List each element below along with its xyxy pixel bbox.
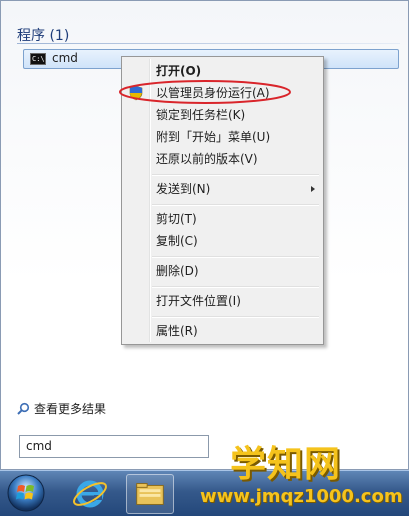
menu-item-label: 附到「开始」菜单(U) (156, 130, 271, 144)
menu-item-label: 打开(O) (156, 64, 202, 78)
search-result-label: cmd (52, 51, 78, 65)
site-watermark: 学知网 www.jmqz1000.com (188, 425, 409, 515)
search-icon (17, 402, 30, 415)
taskbar-explorer-button[interactable] (126, 474, 174, 514)
start-orb-icon[interactable] (6, 473, 46, 513)
start-search-input[interactable]: cmd (19, 435, 209, 458)
menu-item-restore-versions[interactable]: 还原以前的版本(V) (124, 148, 321, 170)
context-menu: 打开(O) 以管理员身份运行(A) 锁定到任务栏(K) 附到「开始」菜单(U) … (121, 56, 324, 345)
menu-item-label: 复制(C) (156, 234, 198, 248)
watermark-title: 学知网 (230, 444, 342, 485)
watermark-url: www.jmqz1000.com (200, 486, 403, 507)
menu-item-pin-taskbar[interactable]: 锁定到任务栏(K) (124, 104, 321, 126)
menu-item-label: 剪切(T) (156, 212, 197, 226)
menu-item-label: 还原以前的版本(V) (156, 152, 258, 166)
menu-item-open[interactable]: 打开(O) (124, 60, 321, 82)
menu-separator (152, 316, 319, 318)
cmd-console-icon: C:\ (30, 53, 46, 65)
search-input-value: cmd (26, 439, 52, 453)
menu-separator (152, 204, 319, 206)
menu-item-send-to[interactable]: 发送到(N) (124, 178, 321, 200)
menu-item-cut[interactable]: 剪切(T) (124, 208, 321, 230)
menu-item-label: 打开文件位置(I) (156, 294, 241, 308)
menu-item-open-file-location[interactable]: 打开文件位置(I) (124, 290, 321, 312)
menu-item-copy[interactable]: 复制(C) (124, 230, 321, 252)
menu-item-delete[interactable]: 删除(D) (124, 260, 321, 282)
menu-item-label: 发送到(N) (156, 182, 211, 196)
submenu-arrow-icon (311, 186, 315, 192)
menu-separator (152, 174, 319, 176)
menu-separator (152, 286, 319, 288)
menu-item-label: 以管理员身份运行(A) (156, 86, 270, 100)
menu-separator (152, 256, 319, 258)
taskbar-ie-button[interactable] (66, 474, 114, 514)
menu-item-label: 删除(D) (156, 264, 199, 278)
menu-item-properties[interactable]: 属性(R) (124, 320, 321, 342)
uac-shield-icon (129, 85, 143, 101)
windows-explorer-icon (136, 483, 164, 505)
menu-item-label: 锁定到任务栏(K) (156, 108, 246, 122)
group-divider (17, 43, 400, 44)
internet-explorer-icon (73, 480, 107, 508)
menu-item-run-as-admin[interactable]: 以管理员身份运行(A) (124, 82, 321, 104)
menu-item-pin-start[interactable]: 附到「开始」菜单(U) (124, 126, 321, 148)
programs-group-heading: 程序 (1) (17, 28, 70, 44)
see-more-results-label: 查看更多结果 (34, 402, 107, 416)
menu-item-label: 属性(R) (156, 324, 198, 338)
